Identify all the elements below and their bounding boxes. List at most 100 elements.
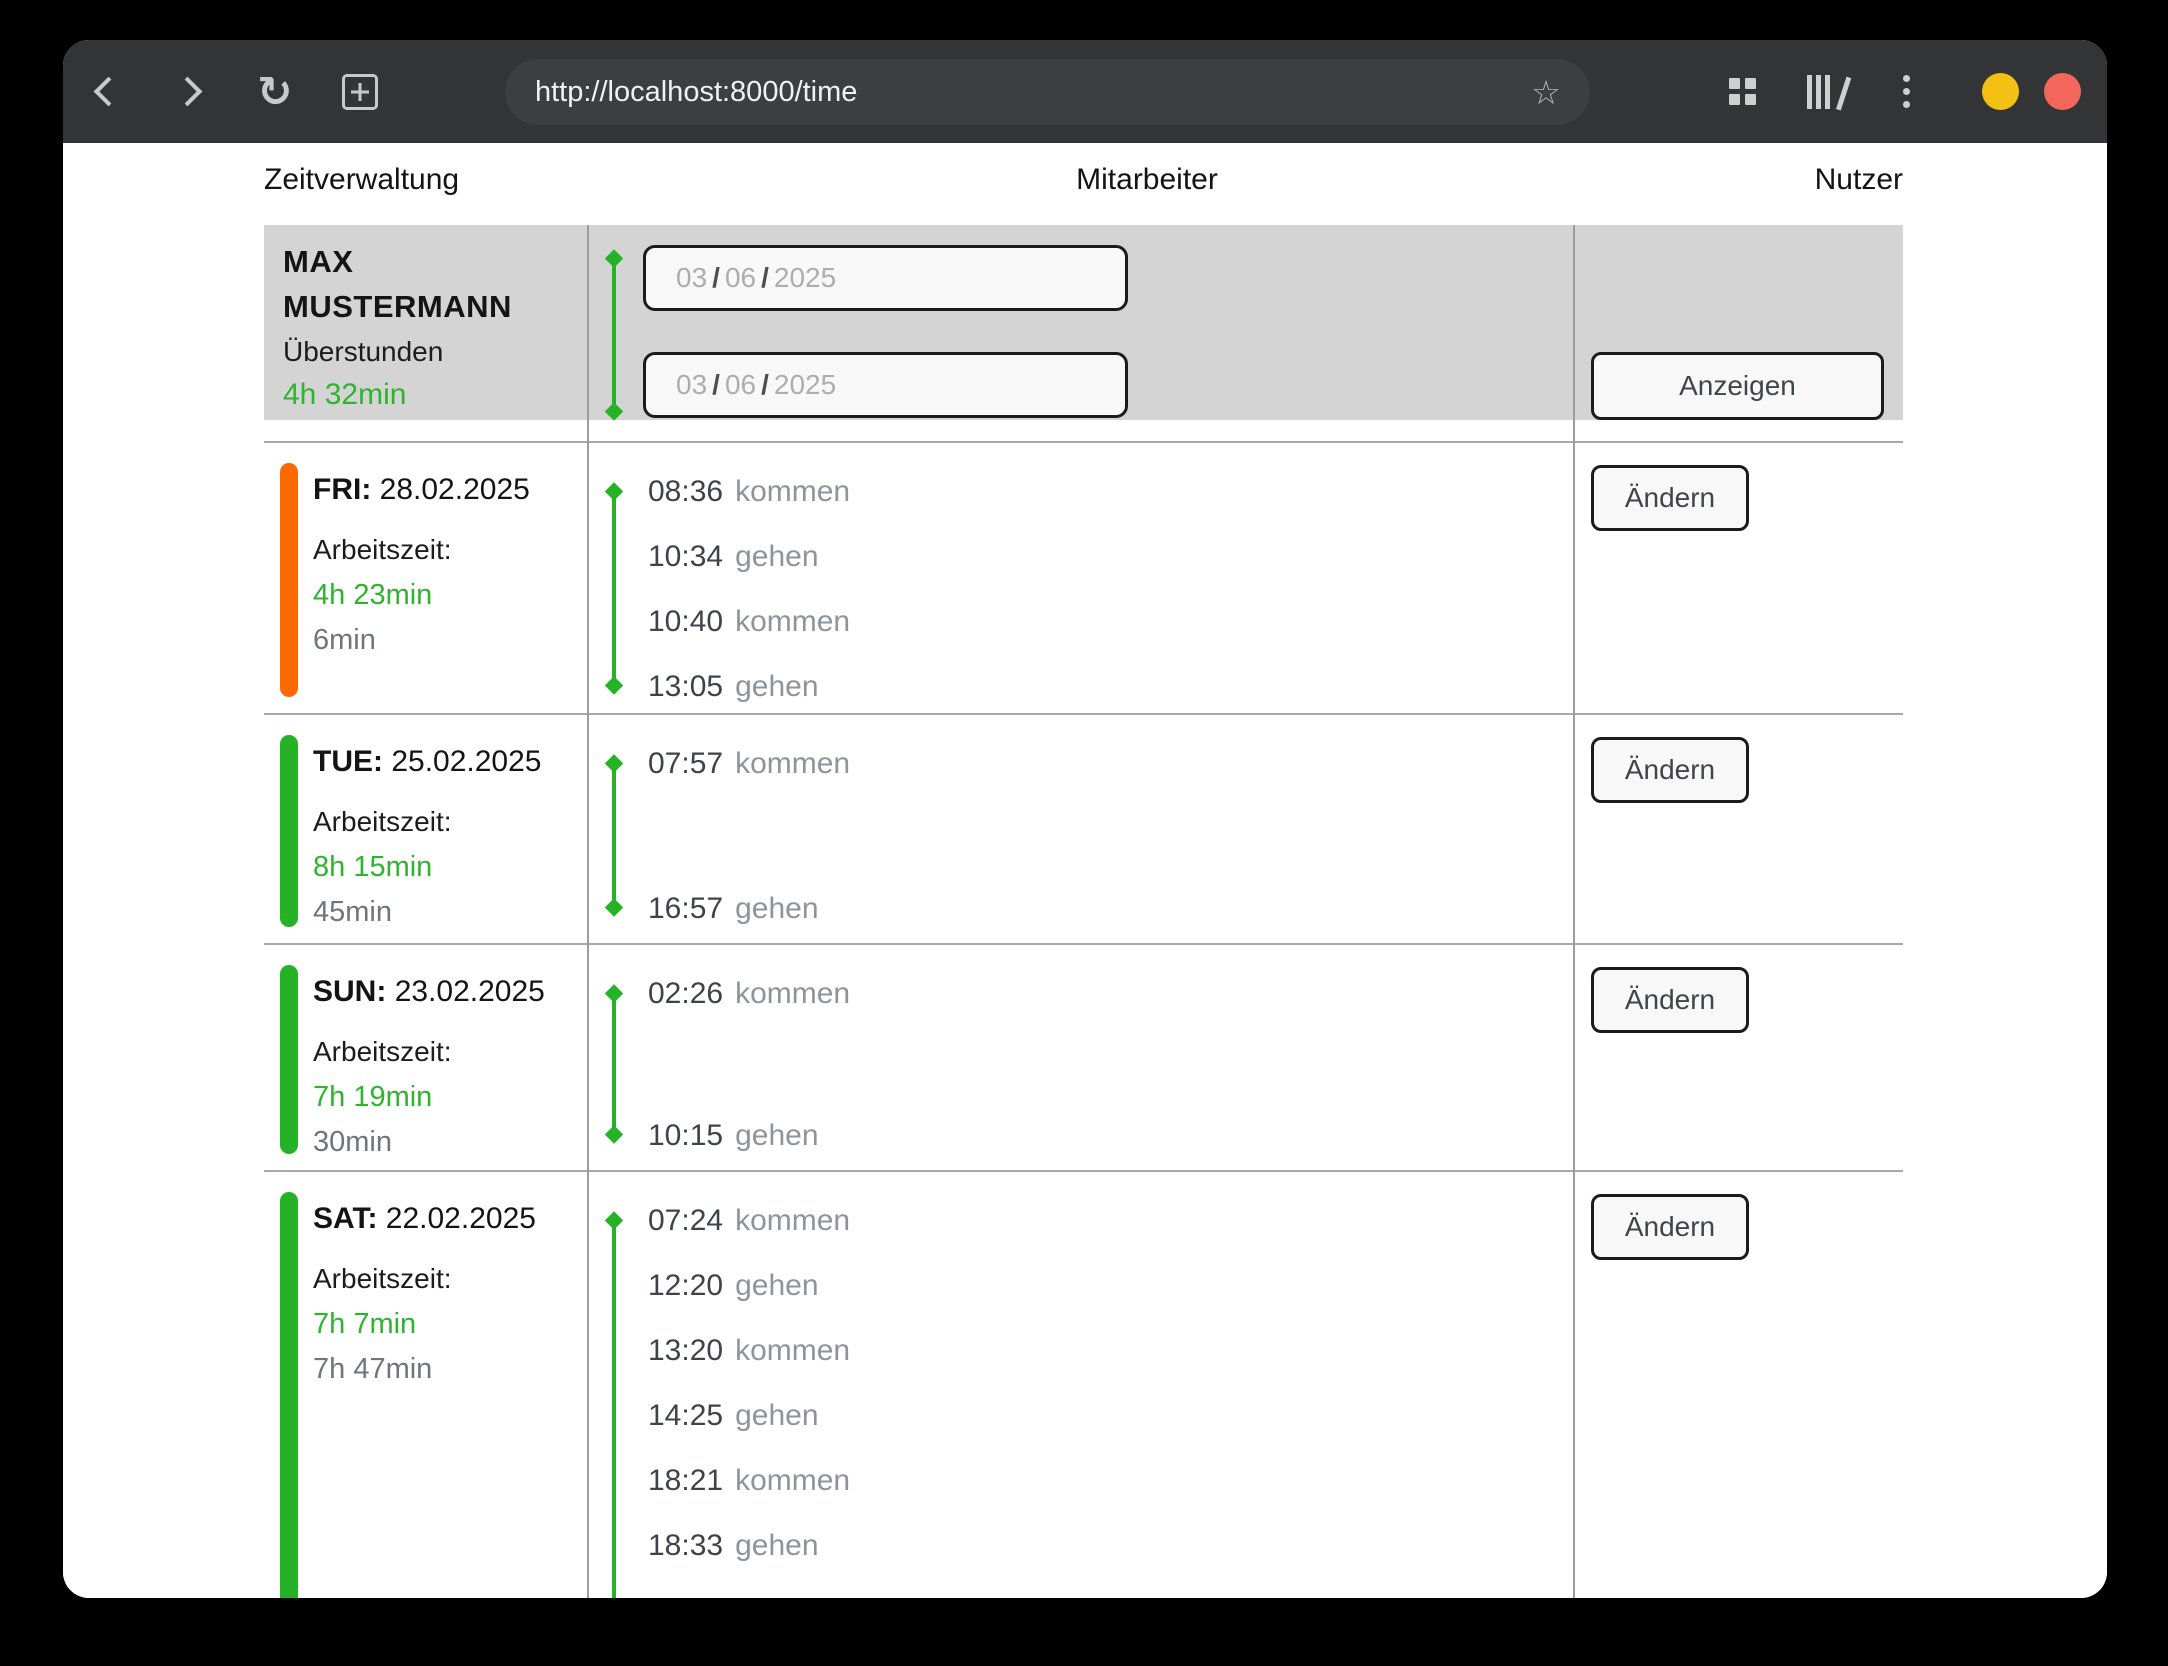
day-row: FRI: 28.02.2025 Arbeitszeit: 4h 23min 6m… bbox=[264, 441, 1903, 713]
forward-icon bbox=[172, 77, 202, 107]
time-entry: 18:33gehen bbox=[588, 1513, 1574, 1578]
entry-type: kommen bbox=[735, 747, 850, 781]
pause-value: 7h 47min bbox=[313, 1347, 588, 1392]
back-button[interactable] bbox=[75, 40, 135, 143]
day-row: SUN: 23.02.2025 Arbeitszeit: 7h 19min 30… bbox=[264, 943, 1903, 1170]
browser-toolbar: http://localhost:8000/time bbox=[63, 40, 2107, 143]
time-entry: 08:36kommen bbox=[588, 459, 1574, 524]
worktime-label: Arbeitszeit: bbox=[313, 799, 588, 845]
day-date: 23.02.2025 bbox=[395, 975, 545, 1008]
worktime-value: 8h 15min bbox=[313, 845, 588, 890]
top-navigation: Zeitverwaltung Mitarbeiter Nutzer bbox=[264, 163, 1903, 207]
entry-time: 14:25 bbox=[648, 1399, 723, 1433]
aendern-button[interactable]: Ändern bbox=[1591, 737, 1749, 803]
column-divider-2 bbox=[1573, 225, 1575, 1598]
entry-type: gehen bbox=[735, 892, 818, 926]
date-part: 03 bbox=[676, 262, 707, 294]
day-weekday: FRI: bbox=[313, 473, 371, 506]
day-date: 25.02.2025 bbox=[391, 745, 541, 778]
day-status-bar bbox=[280, 965, 298, 1154]
summary-row: MAX MUSTERMANN Überstunden 4h 32min 03/0… bbox=[264, 225, 1903, 420]
aendern-button[interactable]: Ändern bbox=[1591, 465, 1749, 531]
browser-window: http://localhost:8000/time Zeitverwaltun… bbox=[63, 40, 2107, 1598]
close-window-button[interactable] bbox=[2044, 73, 2081, 110]
time-entries: 07:24kommen12:20gehen13:20kommen14:25geh… bbox=[588, 1172, 1574, 1598]
entry-type: gehen bbox=[735, 540, 818, 574]
pause-value: 6min bbox=[313, 618, 588, 663]
entry-time: 07:24 bbox=[648, 1204, 723, 1238]
entry-type: kommen bbox=[735, 1204, 850, 1238]
day-status-bar bbox=[280, 1192, 298, 1598]
entry-time: 16:57 bbox=[648, 892, 723, 926]
entry-type: kommen bbox=[735, 1464, 850, 1498]
worktime-value: 7h 19min bbox=[313, 1075, 588, 1120]
entry-time: 10:15 bbox=[648, 1119, 723, 1153]
day-date: 28.02.2025 bbox=[380, 473, 530, 506]
entry-time: 07:57 bbox=[648, 747, 723, 781]
date-separator: / bbox=[761, 369, 769, 401]
date-part: 2025 bbox=[774, 262, 836, 294]
day-title: TUE: 25.02.2025 bbox=[313, 739, 588, 785]
date-from-input[interactable]: 03/06/2025 bbox=[643, 245, 1128, 311]
day-title: SUN: 23.02.2025 bbox=[313, 969, 588, 1015]
entry-time: 13:05 bbox=[648, 670, 723, 704]
time-entry: 16:57 gehen bbox=[588, 876, 1574, 941]
day-date: 22.02.2025 bbox=[386, 1202, 536, 1235]
worktime-value: 4h 23min bbox=[313, 573, 588, 618]
timeline-line bbox=[612, 993, 616, 1135]
url-bar[interactable]: http://localhost:8000/time bbox=[505, 59, 1590, 125]
entry-type: gehen bbox=[735, 1399, 818, 1433]
time-entry: 12:20gehen bbox=[588, 1253, 1574, 1318]
kebab-menu-icon bbox=[1903, 75, 1910, 108]
grid-icon bbox=[1729, 78, 1756, 105]
date-part: 2025 bbox=[774, 369, 836, 401]
date-part: 03 bbox=[676, 369, 707, 401]
time-entries: 02:26kommen10:15gehen bbox=[588, 945, 1574, 1168]
worktime-label: Arbeitszeit: bbox=[313, 1029, 588, 1075]
nav-zeitverwaltung[interactable]: Zeitverwaltung bbox=[264, 163, 459, 197]
date-separator: / bbox=[712, 262, 720, 294]
day-weekday: TUE: bbox=[313, 745, 383, 778]
entry-time: 13:20 bbox=[648, 1334, 723, 1368]
entry-type: gehen bbox=[735, 670, 818, 704]
aendern-button[interactable]: Ändern bbox=[1591, 1194, 1749, 1260]
new-tab-button[interactable] bbox=[330, 40, 390, 143]
worktime-label: Arbeitszeit: bbox=[313, 1256, 588, 1302]
entry-time: 10:40 bbox=[648, 605, 723, 639]
anzeigen-button[interactable]: Anzeigen bbox=[1591, 352, 1884, 420]
worktime-label: Arbeitszeit: bbox=[313, 527, 588, 573]
entry-time: 18:21 bbox=[648, 1464, 723, 1498]
library-button[interactable] bbox=[1794, 40, 1854, 143]
tab-overview-button[interactable] bbox=[1712, 40, 1772, 143]
new-tab-icon bbox=[342, 74, 378, 110]
date-to-input[interactable]: 03/06/2025 bbox=[643, 352, 1128, 418]
reload-button[interactable] bbox=[245, 40, 305, 143]
time-entry: 07:57 kommen bbox=[588, 731, 1574, 796]
day-weekday: SUN: bbox=[313, 975, 386, 1008]
day-status-bar bbox=[280, 735, 298, 927]
minimize-window-button[interactable] bbox=[1982, 73, 2019, 110]
day-status-bar bbox=[280, 463, 298, 697]
date-separator: / bbox=[761, 262, 769, 294]
day-row: SAT: 22.02.2025 Arbeitszeit: 7h 7min 7h … bbox=[264, 1170, 1903, 1598]
column-divider-1 bbox=[587, 225, 589, 1598]
time-entry: 07:24 kommen bbox=[588, 1188, 1574, 1253]
entry-type: kommen bbox=[735, 605, 850, 639]
bookmark-star-icon[interactable] bbox=[1526, 73, 1566, 112]
aendern-button[interactable]: Ändern bbox=[1591, 967, 1749, 1033]
time-entry: 13:20kommen bbox=[588, 1318, 1574, 1383]
forward-button[interactable] bbox=[160, 40, 220, 143]
timeline-line bbox=[612, 1220, 616, 1598]
date-part: 06 bbox=[725, 369, 756, 401]
timeline-line bbox=[612, 491, 616, 686]
nav-nutzer[interactable]: Nutzer bbox=[1815, 163, 1903, 197]
entry-type: gehen bbox=[735, 1119, 818, 1153]
entry-time: 12:20 bbox=[648, 1269, 723, 1303]
entry-time: 02:26 bbox=[648, 977, 723, 1011]
day-row: TUE: 25.02.2025 Arbeitszeit: 8h 15min 45… bbox=[264, 713, 1903, 943]
nav-mitarbeiter[interactable]: Mitarbeiter bbox=[1076, 163, 1218, 197]
timeline-line bbox=[612, 763, 616, 908]
time-entry: 21:24kommen bbox=[588, 1578, 1574, 1598]
entry-type: kommen bbox=[735, 1594, 850, 1599]
menu-button[interactable] bbox=[1876, 40, 1936, 143]
